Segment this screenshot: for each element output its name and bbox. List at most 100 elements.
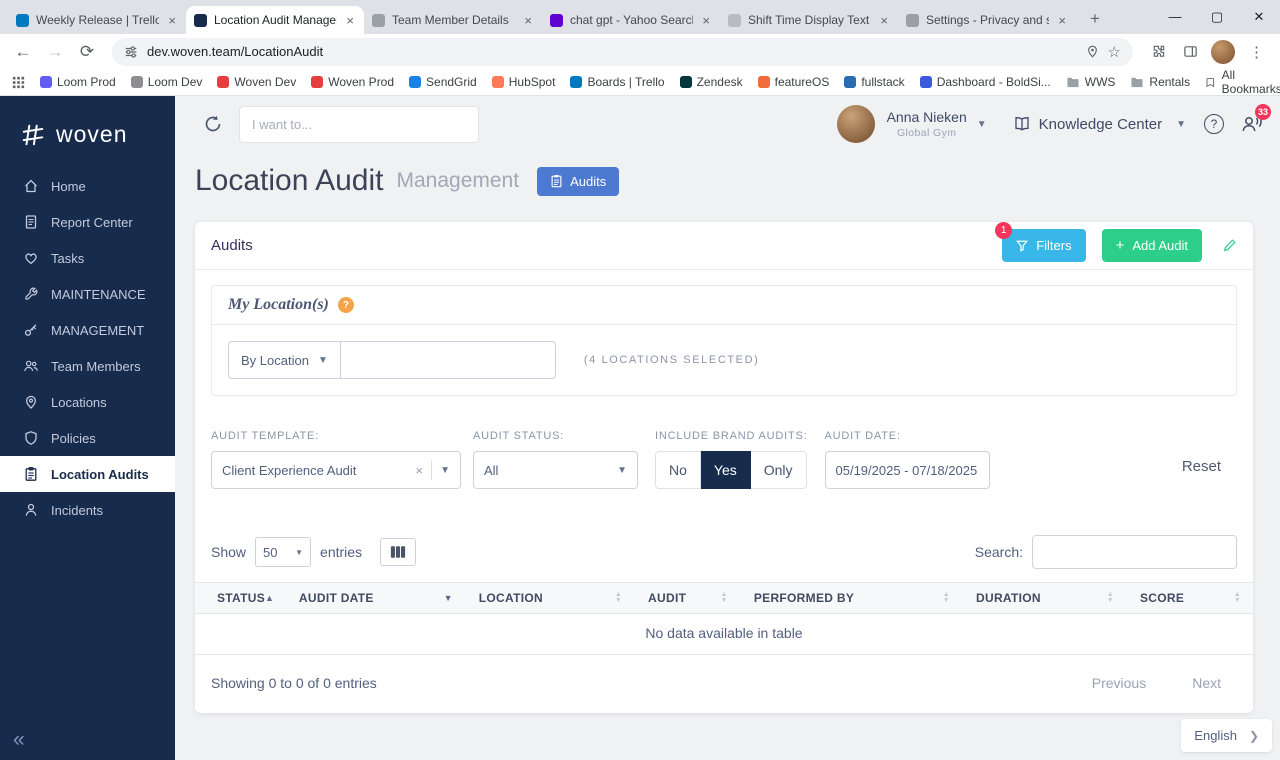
i-want-to-input[interactable] [239,105,479,143]
sort-both-icon: ▲ ▼ [942,591,951,604]
edit-pencil-icon[interactable] [1222,238,1237,253]
address-bar[interactable]: dev.woven.team/LocationAudit ☆ [112,37,1133,66]
brand-option-yes[interactable]: Yes [700,451,751,489]
browser-menu-icon[interactable]: ⋮ [1241,43,1272,61]
tab-close-icon[interactable]: × [1056,13,1068,28]
bookmark-folder[interactable]: Rentals [1130,75,1190,89]
page-length-select[interactable]: 50 ▼ [255,537,312,567]
previous-page-button[interactable]: Previous [1092,675,1146,691]
profile-avatar[interactable] [1211,39,1235,64]
apps-grid-icon[interactable] [12,76,25,89]
user-chevron-down-icon[interactable]: ▼ [977,119,987,130]
url-text[interactable]: dev.woven.team/LocationAudit [147,44,1077,59]
reset-button[interactable]: Reset [1166,458,1237,475]
bookmark-item[interactable]: Woven Prod [311,75,394,89]
language-chevron-icon: ❯ [1248,728,1259,743]
sidebar-item-maintenance[interactable]: MAINTENANCE [0,276,175,312]
sidebar-item-report-center[interactable]: Report Center [0,204,175,240]
sidebar-collapse-icon[interactable]: « [13,728,25,752]
help-icon[interactable]: ? [1204,114,1224,134]
minimize-icon[interactable]: — [1154,0,1196,33]
bookmark-item[interactable]: Loom Dev [130,75,202,89]
tab-close-icon[interactable]: × [166,13,178,28]
audits-chip[interactable]: Audits [537,166,620,196]
sidebar-item-incidents[interactable]: Incidents [0,492,175,528]
tab-close-icon[interactable]: × [878,13,890,28]
tab-close-icon[interactable]: × [700,13,712,28]
add-audit-button[interactable]: + Add Audit [1101,229,1202,262]
tab-close-icon[interactable]: × [344,13,356,28]
sidebar-item-locations[interactable]: Locations [0,384,175,420]
question-badge-icon[interactable]: ? [337,297,354,313]
bookmark-item[interactable]: Boards | Trello [570,75,665,89]
bookmark-star-icon[interactable]: ☆ [1108,43,1121,61]
sidebar-item-location-audits[interactable]: Location Audits [0,456,175,492]
column-header-location[interactable]: LOCATION ▲ ▼ [465,583,634,613]
sort-both-icon: ▲ ▼ [1233,591,1241,604]
table-search-input[interactable] [1032,535,1237,569]
by-location-label: By Location [241,352,309,368]
sidebar-item-tasks[interactable]: Tasks [0,240,175,276]
close-icon[interactable]: ✕ [1238,0,1280,33]
maximize-icon[interactable]: ▢ [1196,0,1238,33]
tab-shift-time[interactable]: Shift Time Display Text × [720,6,898,34]
tab-team-member[interactable]: Team Member Details × [364,6,542,34]
back-icon[interactable]: ← [8,38,38,66]
audit-status-select[interactable]: All ▼ [473,451,638,489]
audit-date-label: AUDIT DATE: [824,430,901,442]
column-header-performed-by[interactable]: PERFORMED BY ▲ ▼ [740,583,962,613]
language-selector[interactable]: English ❯ [1181,719,1272,752]
side-panel-icon[interactable] [1175,38,1205,66]
user-block[interactable]: Anna Nieken Global Gym [887,109,967,139]
column-header-audit-date[interactable]: AUDIT DATE ▼ [285,583,465,613]
reload-icon[interactable]: ⟳ [72,38,102,66]
new-tab-button[interactable]: + [1082,6,1108,32]
bookmark-item[interactable]: HubSpot [491,75,555,89]
bookmark-item[interactable]: Dashboard - BoldSi... [919,75,1051,89]
sidebar-item-home[interactable]: Home [0,168,175,204]
tab-title: Settings - Privacy and secur... [926,13,1050,27]
brand-option-only[interactable]: Only [750,451,807,489]
browser-toolbar: ← → ⟳ dev.woven.team/LocationAudit ☆ ⋮ [0,34,1280,69]
column-visibility-button[interactable] [380,538,417,566]
filters-button[interactable]: 1 Filters [995,222,1086,262]
brand-audits-label: INCLUDE BRAND AUDITS: [655,430,808,442]
by-location-dropdown[interactable]: By Location ▼ [228,341,341,379]
bookmark-item[interactable]: SendGrid [409,75,477,89]
bookmark-item[interactable]: featureOS [757,75,829,89]
tune-icon[interactable] [124,45,138,59]
knowledge-center-button[interactable]: Knowledge Center ▼ [1013,116,1186,133]
bookmark-item[interactable]: Woven Dev [217,75,296,89]
column-header-status[interactable]: STATUS ▲ [195,583,285,613]
tab-settings[interactable]: Settings - Privacy and secur... × [898,6,1076,34]
user-avatar[interactable] [836,105,875,143]
refresh-icon[interactable] [203,114,223,134]
tab-location-audit[interactable]: Location Audit Managem... × [186,6,364,34]
bookmark-item[interactable]: fullstack [844,75,905,89]
card-title: Audits [211,237,253,254]
tab-close-icon[interactable]: × [522,13,534,28]
all-bookmarks-button[interactable]: All Bookmarks [1205,68,1280,96]
column-header-duration[interactable]: DURATION ▲ ▼ [962,583,1126,613]
bookmark-folder[interactable]: WWS [1066,75,1115,89]
brand-option-no[interactable]: No [655,451,701,489]
extensions-puzzle-icon[interactable] [1143,38,1173,66]
bookmark-item[interactable]: Loom Prod [40,75,116,89]
column-header-score[interactable]: SCORE ▲ ▼ [1126,583,1253,613]
forward-icon[interactable]: → [40,38,70,66]
sidebar-item-team-members[interactable]: Team Members [0,348,175,384]
audit-template-select[interactable]: Client Experience Audit × ▼ [211,451,461,489]
location-search-input[interactable] [340,341,556,379]
clear-icon[interactable]: × [416,463,424,478]
announcements-icon[interactable]: 33 [1240,104,1271,135]
person-icon [25,503,37,516]
location-pin-icon[interactable] [1086,45,1099,58]
tab-yahoo-search[interactable]: chat gpt - Yahoo Search Re... × [542,6,720,34]
audit-date-input[interactable] [824,451,990,489]
sidebar-item-management[interactable]: MANAGEMENT [0,312,175,348]
next-page-button[interactable]: Next [1192,675,1221,691]
bookmark-item[interactable]: Zendesk [679,75,743,89]
sidebar-item-policies[interactable]: Policies [0,420,175,456]
tab-weekly-release[interactable]: Weekly Release | Trello × [8,6,186,34]
column-header-audit[interactable]: AUDIT ▲ ▼ [634,583,740,613]
